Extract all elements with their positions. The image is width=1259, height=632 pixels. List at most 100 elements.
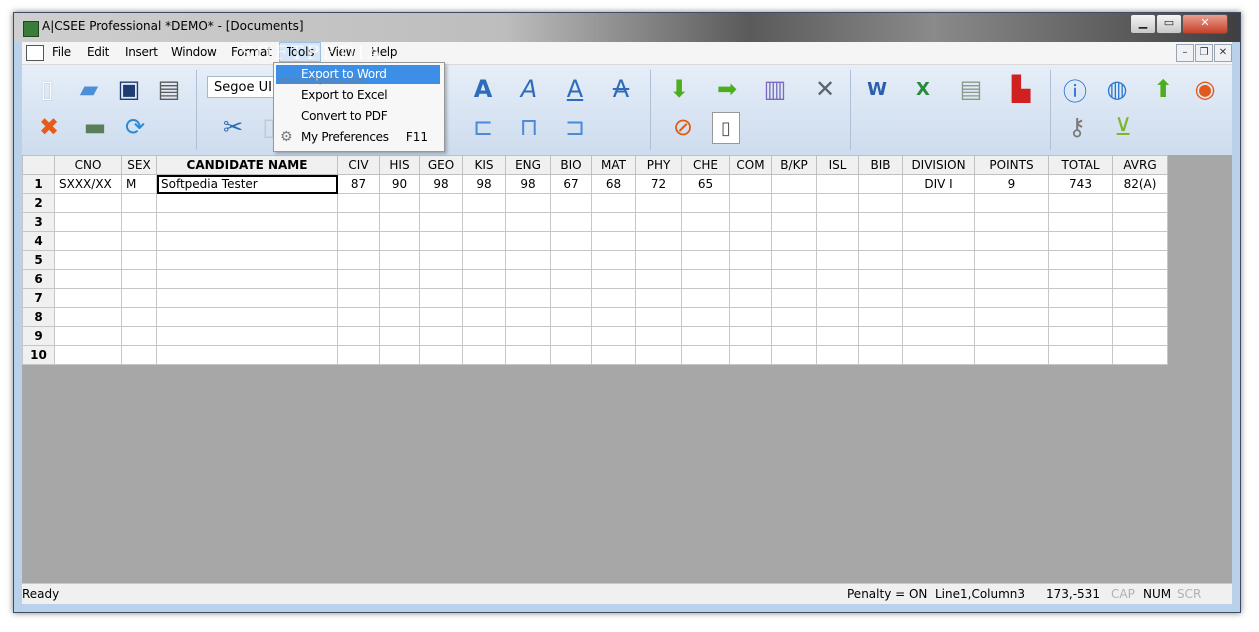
grid-cell[interactable] [902, 269, 975, 289]
grid-cell[interactable] [974, 193, 1049, 213]
col-header[interactable]: DIVISION [902, 155, 975, 175]
grid-cell[interactable] [156, 231, 338, 251]
grid-cell[interactable] [379, 193, 420, 213]
grid-cell[interactable] [635, 212, 682, 232]
grid-cell[interactable] [1048, 345, 1113, 365]
grid-cell[interactable] [681, 288, 730, 308]
grid-corner[interactable] [22, 155, 55, 175]
grid-cell[interactable] [902, 345, 975, 365]
grid-cell[interactable] [156, 193, 338, 213]
grid-cell[interactable] [505, 212, 551, 232]
tools-icon[interactable]: ✕ [810, 74, 840, 104]
grid-cell[interactable] [156, 212, 338, 232]
grid-cell[interactable]: 90 [379, 174, 420, 194]
row-header[interactable]: 6 [22, 269, 55, 289]
align-right-icon[interactable]: ⊐ [560, 112, 590, 142]
grid-cell[interactable] [591, 269, 636, 289]
grid-cell[interactable]: SXXX/XX [54, 174, 122, 194]
grid-cell[interactable] [550, 345, 592, 365]
grid-cell[interactable] [505, 307, 551, 327]
menu-item-convert-pdf[interactable]: Convert to PDF [276, 107, 440, 126]
grid-cell[interactable] [550, 250, 592, 270]
table-row[interactable]: 4 [22, 231, 1168, 251]
col-header[interactable]: HIS [379, 155, 420, 175]
mdi-restore-button[interactable]: ❐ [1195, 44, 1213, 62]
switch-icon[interactable]: ▯ [712, 112, 740, 144]
results-grid[interactable]: CNO SEX CANDIDATE NAME CIV HIS GEO KIS E… [22, 155, 1168, 365]
grid-cell[interactable] [505, 269, 551, 289]
grid-cell[interactable] [974, 288, 1049, 308]
grid-cell[interactable] [1112, 288, 1168, 308]
menu-item-export-excel[interactable]: Export to Excel [276, 86, 440, 105]
grid-cell[interactable]: 743 [1048, 174, 1113, 194]
grid-cell[interactable] [1112, 269, 1168, 289]
grid-cell[interactable] [816, 212, 859, 232]
col-header[interactable]: TOTAL [1048, 155, 1113, 175]
grid-cell[interactable] [1048, 269, 1113, 289]
grid-cell[interactable] [858, 250, 903, 270]
row-header[interactable]: 2 [22, 193, 55, 213]
grid-cell[interactable] [337, 269, 380, 289]
grid-cell[interactable] [121, 288, 157, 308]
col-header[interactable]: PHY [635, 155, 682, 175]
grid-cell[interactable] [419, 250, 463, 270]
grid-cell[interactable] [771, 212, 817, 232]
grid-cell[interactable] [505, 231, 551, 251]
grid-cell[interactable] [591, 307, 636, 327]
grid-cell[interactable] [379, 307, 420, 327]
title-bar[interactable]: A|CSEE Professional *DEMO* - [Documents]… [14, 13, 1240, 42]
grid-cell[interactable] [379, 212, 420, 232]
grid-cell[interactable] [462, 231, 506, 251]
grid-cell[interactable] [121, 212, 157, 232]
grid-cell[interactable]: 87 [337, 174, 380, 194]
grid-cell[interactable] [379, 269, 420, 289]
grid-cell[interactable] [379, 326, 420, 346]
grid-cell[interactable]: 67 [550, 174, 592, 194]
close-button[interactable]: ✕ [1182, 14, 1228, 34]
grid-cell[interactable] [635, 307, 682, 327]
menu-insert[interactable]: Insert [125, 45, 158, 59]
minimize-button[interactable]: ▁ [1130, 14, 1156, 34]
lifebuoy-icon[interactable]: ◉ [1190, 74, 1220, 104]
grid-cell[interactable] [462, 307, 506, 327]
grid-cell[interactable] [550, 269, 592, 289]
grid-cell[interactable] [550, 231, 592, 251]
grid-cell[interactable] [729, 231, 772, 251]
grid-cell[interactable] [505, 250, 551, 270]
globe-icon[interactable]: ◍ [1102, 74, 1132, 104]
menu-edit[interactable]: Edit [87, 45, 109, 59]
grid-cell[interactable] [635, 193, 682, 213]
grid-cell[interactable] [156, 288, 338, 308]
grid-cell[interactable] [858, 193, 903, 213]
grid-cell[interactable] [902, 326, 975, 346]
grid-cell[interactable] [54, 250, 122, 270]
grid-cell[interactable] [379, 345, 420, 365]
grid-cell[interactable] [156, 307, 338, 327]
col-header[interactable]: BIO [550, 155, 592, 175]
underline-a-icon[interactable]: A [560, 74, 590, 104]
grid-cell[interactable] [974, 269, 1049, 289]
grid-cell[interactable] [974, 307, 1049, 327]
grid-cell[interactable] [54, 345, 122, 365]
table-row[interactable]: 7 [22, 288, 1168, 308]
grid-cell[interactable] [681, 345, 730, 365]
align-center-icon[interactable]: ⊓ [514, 112, 544, 142]
row-header[interactable]: 9 [22, 326, 55, 346]
grid-cell[interactable] [54, 307, 122, 327]
grid-cell[interactable] [858, 212, 903, 232]
grid-cell[interactable] [462, 212, 506, 232]
grid-cell[interactable] [974, 345, 1049, 365]
col-header[interactable]: BIB [858, 155, 903, 175]
grid-cell[interactable] [816, 288, 859, 308]
grid-cell[interactable] [681, 193, 730, 213]
grid-cell[interactable] [816, 174, 859, 194]
col-header[interactable]: ENG [505, 155, 551, 175]
grid-cell[interactable] [681, 231, 730, 251]
grid-cell[interactable] [54, 326, 122, 346]
grid-cell[interactable] [635, 269, 682, 289]
grid-cell[interactable] [419, 345, 463, 365]
col-header[interactable]: CANDIDATE NAME [156, 155, 338, 175]
grid-cell[interactable] [974, 231, 1049, 251]
grid-cell[interactable] [337, 345, 380, 365]
grid-cell[interactable] [1112, 231, 1168, 251]
